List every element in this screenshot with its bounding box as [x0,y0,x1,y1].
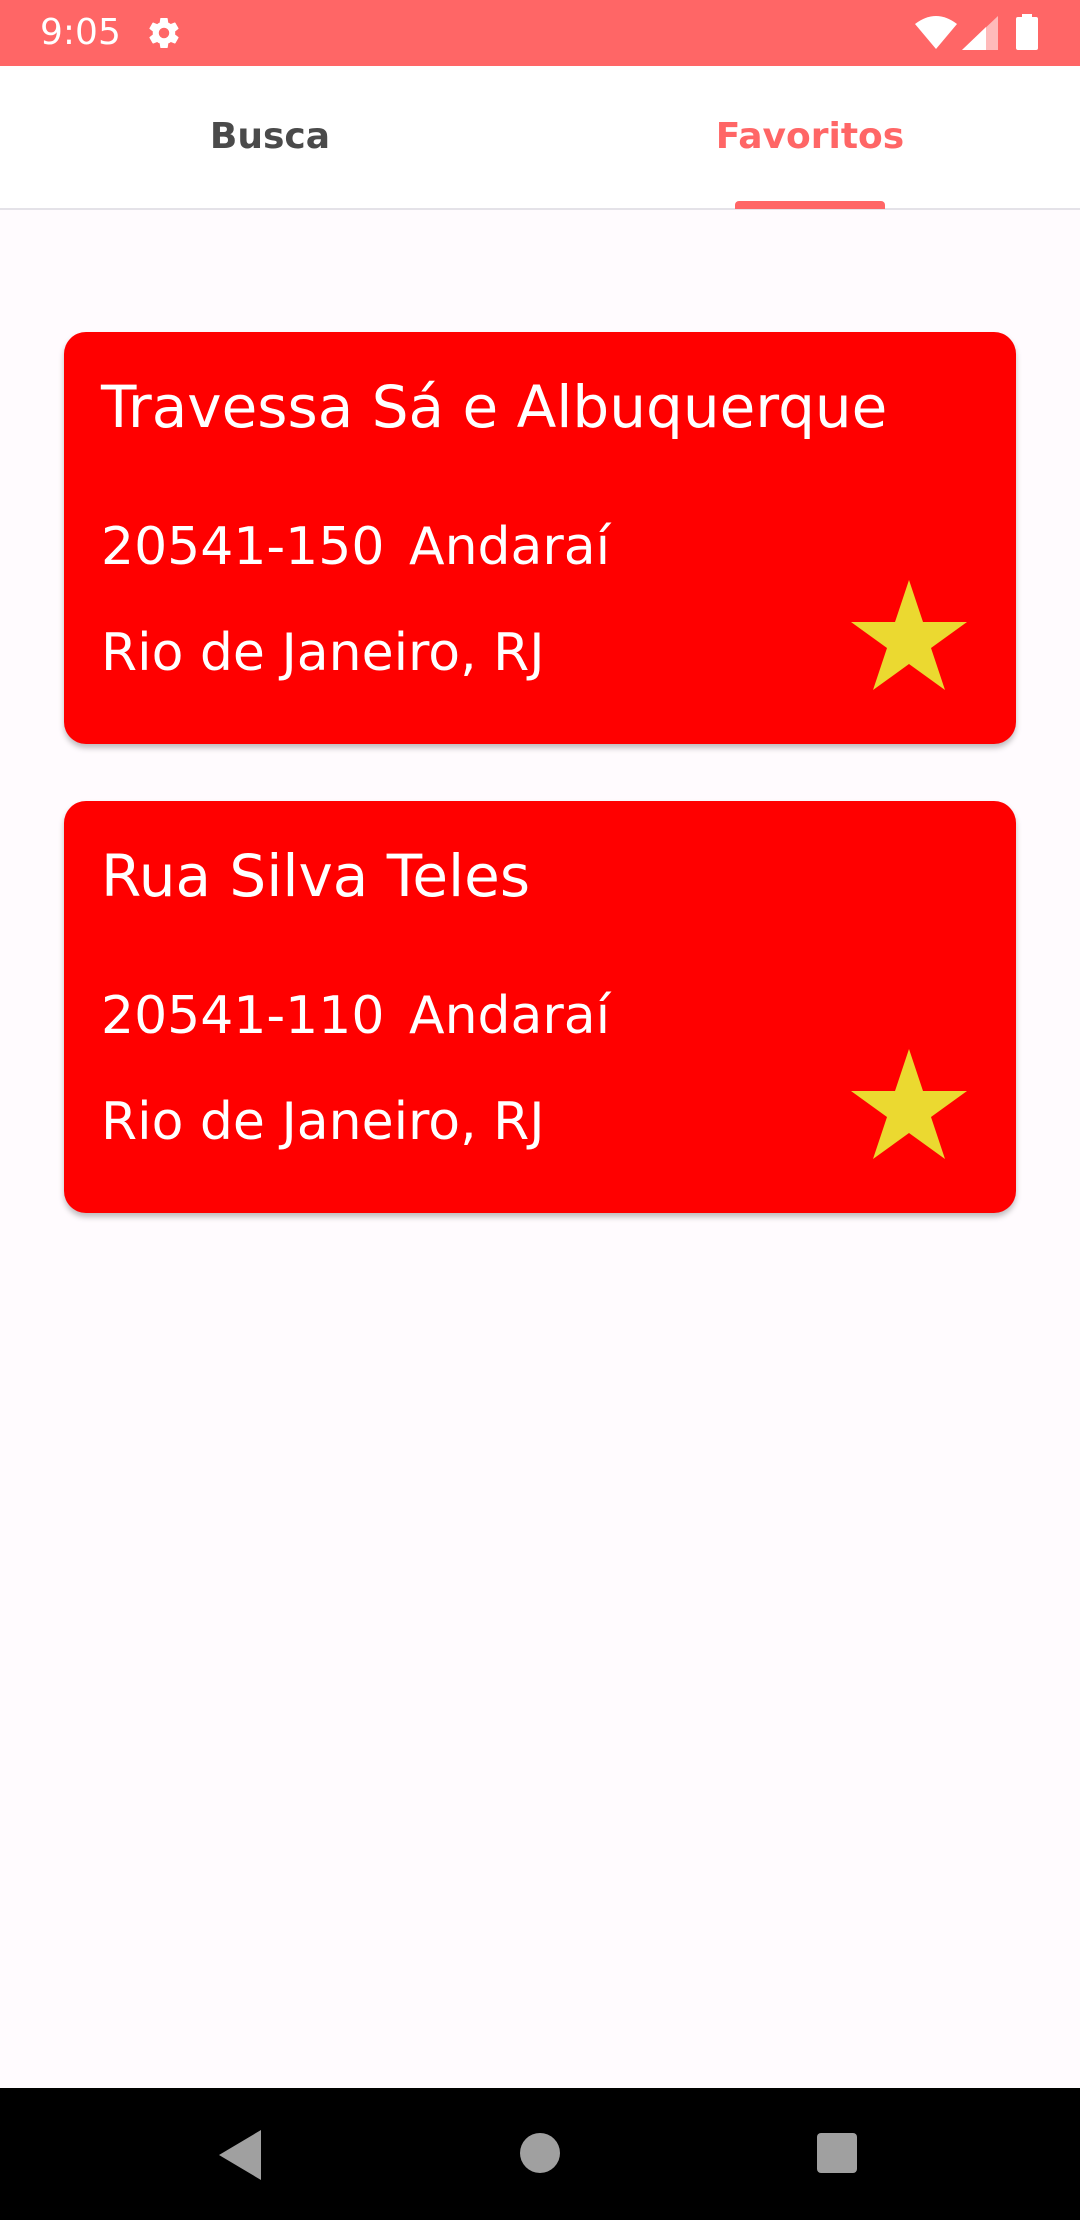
street-name: Travessa Sá e Albuquerque [101,373,888,441]
tab-bar: Busca Favoritos [0,66,1080,210]
favorite-card[interactable]: Travessa Sá e Albuquerque 20541-150 Anda… [64,332,1016,744]
city-text: Rio de Janeiro, RJ [101,623,545,683]
signal-icon [962,16,998,50]
neighborhood-text: Andaraí [409,986,611,1046]
gear-icon [149,18,179,49]
status-time: 9:05 [40,12,121,53]
star-icon[interactable] [849,1049,969,1161]
tab-selected-indicator [735,201,885,209]
cep-text: 20541-110 [101,986,385,1046]
tab-favoritos[interactable]: Favoritos [540,66,1080,208]
recents-icon[interactable] [817,2133,857,2173]
star-icon[interactable] [849,580,969,692]
back-icon[interactable] [215,2128,265,2182]
favorite-card[interactable]: Rua Silva Teles 20541-110 Andaraí Rio de… [64,801,1016,1213]
navigation-bar [0,2088,1080,2220]
home-icon[interactable] [520,2133,560,2173]
city-text: Rio de Janeiro, RJ [101,1092,545,1152]
neighborhood-text: Andaraí [409,517,611,577]
street-name: Rua Silva Teles [101,842,531,910]
battery-icon [1016,14,1038,50]
cep-text: 20541-150 [101,517,385,577]
tab-busca[interactable]: Busca [0,66,540,208]
status-bar: 9:05 [0,0,1080,66]
wifi-icon [915,16,957,49]
